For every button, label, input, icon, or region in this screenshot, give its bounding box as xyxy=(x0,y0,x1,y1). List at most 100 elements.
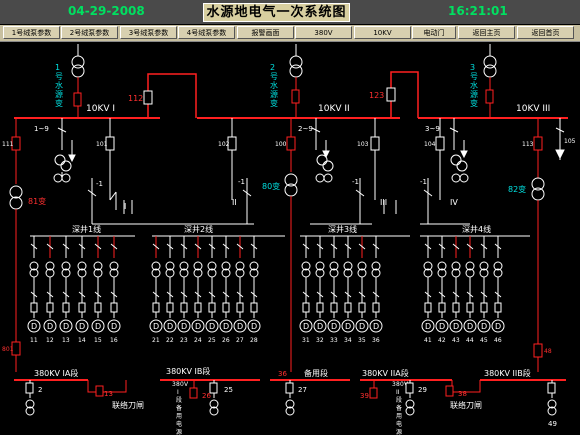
pump-number: 45 xyxy=(480,337,488,344)
feeder-103[interactable] xyxy=(370,118,380,200)
lv-feeder-26[interactable] xyxy=(189,380,198,399)
svg-text:号: 号 xyxy=(270,72,278,81)
pump-branches: D11D12D13D14D15D16D21D22D23D24D25D26D27D… xyxy=(27,236,505,344)
nav-pump2-params-button[interactable]: 2号绒泵参数 xyxy=(61,26,118,39)
nav-10kv-button[interactable]: 10KV xyxy=(354,26,411,39)
bus-10kv-1-label: 10KV I xyxy=(86,104,115,114)
section-III-label: III xyxy=(380,198,387,207)
pump-branch[interactable]: D 36 xyxy=(369,236,383,344)
pump-branch[interactable]: D 16 xyxy=(107,236,121,344)
transformer-80-label: 80变 xyxy=(262,181,280,191)
nav-pump1-params-button[interactable]: 1号绒泵参数 xyxy=(3,26,60,39)
pump-branch[interactable]: D 44 xyxy=(463,236,477,344)
pump-branch[interactable]: D 31 xyxy=(299,236,313,344)
pump-number: 35 xyxy=(358,337,366,344)
pt-unit-3[interactable] xyxy=(449,118,469,183)
well-group-2-label: 深井2线 xyxy=(184,224,213,234)
svg-text:备: 备 xyxy=(396,404,402,412)
pt-2-label: 2~9 xyxy=(298,125,313,133)
pump-number: 11 xyxy=(30,337,38,344)
lv-feeder-49[interactable] xyxy=(547,380,557,416)
tie-disconnector-2-label: 联络刀闸 xyxy=(450,400,482,410)
lv-feeder-39[interactable] xyxy=(369,380,378,399)
pump-branch[interactable]: D 28 xyxy=(247,236,261,344)
pump-branch[interactable]: D 25 xyxy=(205,236,219,344)
feeder-113[interactable] xyxy=(531,118,545,372)
pump-number: 44 xyxy=(466,337,474,344)
bus-tie-112[interactable] xyxy=(143,73,197,118)
svg-text:D: D xyxy=(251,322,257,331)
svg-text:源: 源 xyxy=(270,90,278,99)
pump-branch[interactable]: D 22 xyxy=(163,236,177,344)
feeder-100[interactable] xyxy=(284,118,298,372)
grounding-105[interactable] xyxy=(555,118,565,160)
pump-branch[interactable]: D 45 xyxy=(477,236,491,344)
lv-bus-ia-label: 380KV IA段 xyxy=(34,368,78,378)
svg-text:源: 源 xyxy=(176,428,182,435)
bus-10kv-2-label: 10KV II xyxy=(318,104,350,114)
pump-branch[interactable]: D 15 xyxy=(91,236,105,344)
svg-text:3: 3 xyxy=(470,63,475,72)
pump-number: 26 xyxy=(222,337,230,344)
nav-alarm-button[interactable]: 报警画面 xyxy=(237,26,294,39)
lv-spare-36-label: 36 xyxy=(278,370,287,378)
pump-branch[interactable]: D 46 xyxy=(491,236,505,344)
pt-unit-2[interactable] xyxy=(311,118,334,183)
pump-number: 46 xyxy=(494,337,502,344)
svg-text:D: D xyxy=(373,322,379,331)
svg-text:段: 段 xyxy=(396,396,402,404)
pump-branch[interactable]: D 24 xyxy=(191,236,205,344)
nav-back-main-button[interactable]: 返回主页 xyxy=(458,26,515,39)
pump-branch[interactable]: D 14 xyxy=(75,236,89,344)
main-transformer-2[interactable] xyxy=(289,44,303,118)
svg-text:D: D xyxy=(425,322,431,331)
disconnector-3-label: -1 xyxy=(352,178,359,186)
feeder-111[interactable] xyxy=(9,118,23,372)
pump-number: 15 xyxy=(94,337,102,344)
pump-branch[interactable]: D 33 xyxy=(327,236,341,344)
feeder-102[interactable] xyxy=(227,118,237,200)
main-transformer-3[interactable] xyxy=(483,44,497,118)
pump-branch[interactable]: D 27 xyxy=(233,236,247,344)
pump-branch[interactable]: D 12 xyxy=(43,236,57,344)
lv-feeder-27[interactable] xyxy=(285,380,295,416)
feeder-111-label: 111 xyxy=(2,141,14,148)
lv-feeder-29[interactable] xyxy=(405,380,415,416)
svg-text:D: D xyxy=(79,322,85,331)
feeder-101[interactable] xyxy=(105,118,117,210)
nav-380v-button[interactable]: 380V xyxy=(295,26,352,39)
disconnector-1-label: -1 xyxy=(96,180,103,188)
lv-feeder-2[interactable] xyxy=(25,380,35,416)
pump-branch[interactable]: D 21 xyxy=(149,236,163,344)
pump-branch[interactable]: D 34 xyxy=(341,236,355,344)
pump-branch[interactable]: D 11 xyxy=(27,236,41,344)
nav-electric-door-button[interactable]: 电动门 xyxy=(412,26,456,39)
pump-branch[interactable]: D 35 xyxy=(355,236,369,344)
nav-pump3-params-button[interactable]: 3号绒泵参数 xyxy=(120,26,177,39)
lv-feeder-25[interactable] xyxy=(209,380,219,416)
pump-branch[interactable]: D 13 xyxy=(59,236,73,344)
svg-text:源: 源 xyxy=(55,90,63,99)
disconnector-2-label: -1 xyxy=(238,178,245,186)
pump-branch[interactable]: D 42 xyxy=(435,236,449,344)
nav-back-home-button[interactable]: 返回首页 xyxy=(517,26,574,39)
grounding-105-label: 105 xyxy=(564,138,576,145)
pump-branch[interactable]: D 41 xyxy=(421,236,435,344)
nav-pump4-params-button[interactable]: 4号绒泵参数 xyxy=(178,26,235,39)
svg-text:D: D xyxy=(181,322,187,331)
lv-feeder-25-label: 25 xyxy=(224,386,233,394)
svg-text:D: D xyxy=(439,322,445,331)
main-transformer-1[interactable] xyxy=(71,44,85,118)
pump-branch[interactable]: D 26 xyxy=(219,236,233,344)
pump-branch[interactable]: D 43 xyxy=(449,236,463,344)
pt-unit-1[interactable] xyxy=(53,118,76,183)
pump-branch[interactable]: D 32 xyxy=(313,236,327,344)
lv-feeder-49-label: 49 xyxy=(548,420,557,428)
bus-tie-123[interactable] xyxy=(386,71,419,118)
svg-text:水: 水 xyxy=(470,80,478,90)
svg-text:水: 水 xyxy=(55,80,63,90)
lv-bus-ib-label: 380KV IB段 xyxy=(166,366,210,376)
pump-branch[interactable]: D 23 xyxy=(177,236,191,344)
transformer-81-label: 81变 xyxy=(28,196,46,206)
svg-text:D: D xyxy=(111,322,117,331)
